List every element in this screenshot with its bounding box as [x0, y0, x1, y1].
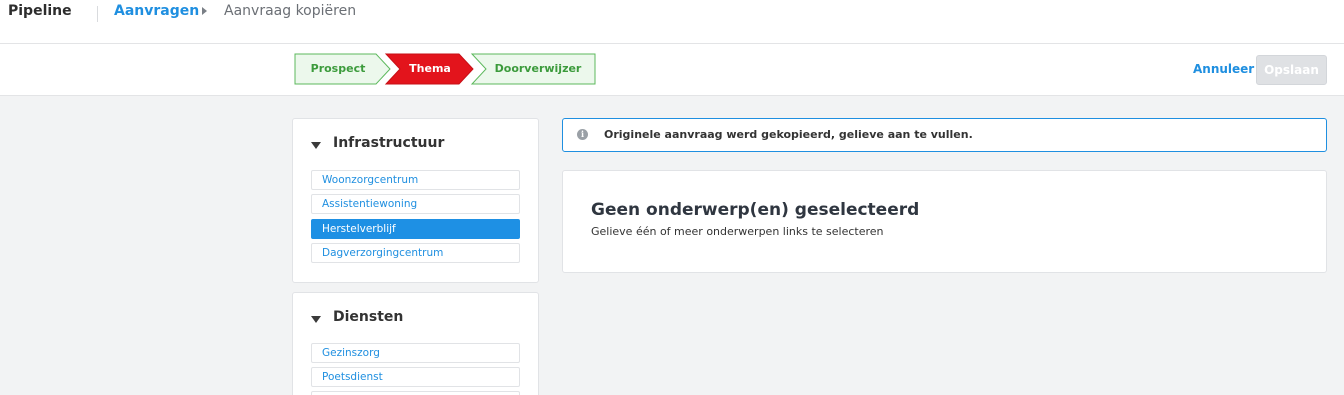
breadcrumb-current: Aanvraag kopiëren: [224, 3, 357, 19]
header-divider: [97, 6, 98, 22]
alert-message: Originele aanvraag werd gekopieerd, geli…: [604, 128, 973, 141]
topic-item-poetsdienst[interactable]: Poetsdienst: [311, 367, 520, 387]
breadcrumb-aanvragen-link[interactable]: Aanvragen: [114, 3, 199, 19]
wizard-stepper: Prospect Thema Doorverwijzer: [294, 53, 596, 85]
info-icon: i: [577, 129, 588, 140]
topic-item-gezinszorg[interactable]: Gezinszorg: [311, 343, 520, 363]
app-title: Pipeline: [8, 3, 72, 19]
collapse-triangle-icon[interactable]: [311, 142, 321, 149]
breadcrumb-chevron-icon: [202, 7, 207, 15]
topic-item-assistentiewoning[interactable]: Assistentiewoning: [311, 194, 520, 214]
info-alert: i Originele aanvraag werd gekopieerd, ge…: [562, 118, 1327, 152]
step-prospect[interactable]: Prospect: [296, 53, 380, 85]
empty-state-subtitle: Gelieve één of meer onderwerpen links te…: [591, 225, 884, 238]
collapse-triangle-icon[interactable]: [311, 316, 321, 323]
save-button[interactable]: Opslaan: [1256, 55, 1327, 85]
topic-item-herstelverblijf[interactable]: Herstelverblijf: [311, 219, 520, 239]
top-bar: Pipeline Aanvragen Aanvraag kopiëren: [0, 0, 1344, 44]
step-thema[interactable]: Thema: [394, 53, 466, 85]
cancel-button[interactable]: Annuleer: [1193, 62, 1254, 76]
category-title[interactable]: Infrastructuur: [333, 135, 444, 151]
empty-state-card: Geen onderwerp(en) geselecteerd Gelieve …: [562, 170, 1327, 273]
empty-state-title: Geen onderwerp(en) geselecteerd: [591, 200, 920, 220]
category-card-diensten: Diensten Gezinszorg Poetsdienst: [292, 292, 539, 395]
category-card-infrastructuur: Infrastructuur Woonzorgcentrum Assistent…: [292, 118, 539, 283]
topic-item-partial[interactable]: [311, 391, 520, 395]
wizard-bar: Prospect Thema Doorverwijzer Annuleer Op…: [0, 44, 1344, 96]
topic-item-dagverzorgingcentrum[interactable]: Dagverzorgingcentrum: [311, 243, 520, 263]
category-title[interactable]: Diensten: [333, 309, 403, 325]
topic-item-woonzorgcentrum[interactable]: Woonzorgcentrum: [311, 170, 520, 190]
step-doorverwijzer[interactable]: Doorverwijzer: [482, 53, 594, 85]
